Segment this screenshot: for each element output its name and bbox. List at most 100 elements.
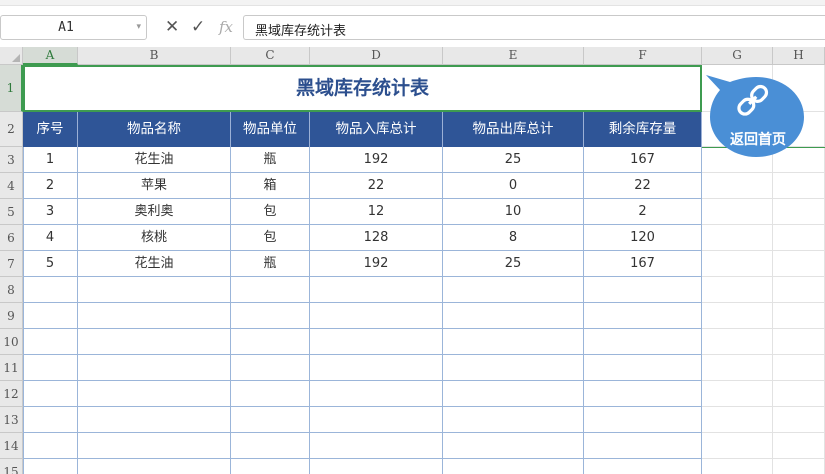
grid-cell[interactable]	[773, 355, 825, 381]
grid-cell[interactable]	[702, 225, 773, 251]
row-header-6[interactable]: 6	[0, 225, 23, 251]
table-cell[interactable]: 苹果	[78, 173, 231, 199]
table-cell[interactable]: 8	[443, 225, 584, 251]
table-cell[interactable]	[231, 407, 310, 433]
grid-cell[interactable]	[702, 407, 773, 433]
row-header-14[interactable]: 14	[0, 433, 23, 459]
table-cell[interactable]	[443, 277, 584, 303]
grid-cell[interactable]	[773, 199, 825, 225]
table-header-cell[interactable]: 序号	[23, 112, 78, 147]
table-cell[interactable]: 4	[23, 225, 78, 251]
formula-input[interactable]: 黑域库存统计表	[243, 15, 825, 40]
grid-cell[interactable]	[702, 277, 773, 303]
row-header-10[interactable]: 10	[0, 329, 23, 355]
column-header-h[interactable]: H	[773, 47, 825, 65]
grid-cell[interactable]	[702, 303, 773, 329]
row-header-1[interactable]: 1	[0, 65, 23, 112]
table-cell[interactable]: 包	[231, 225, 310, 251]
table-cell[interactable]	[231, 303, 310, 329]
table-title[interactable]: 黑域库存统计表	[23, 65, 702, 112]
table-cell[interactable]	[231, 433, 310, 459]
grid-cell[interactable]	[702, 381, 773, 407]
grid-cell[interactable]	[702, 173, 773, 199]
row-header-11[interactable]: 11	[0, 355, 23, 381]
table-cell[interactable]	[310, 303, 443, 329]
table-cell[interactable]	[78, 459, 231, 474]
row-header-15[interactable]: 15	[0, 459, 23, 474]
grid-cell[interactable]	[773, 251, 825, 277]
table-cell[interactable]	[584, 355, 702, 381]
table-cell[interactable]	[310, 459, 443, 474]
table-cell[interactable]	[78, 355, 231, 381]
function-icon[interactable]: fx	[219, 17, 233, 37]
table-cell[interactable]	[584, 329, 702, 355]
table-cell[interactable]: 奥利奥	[78, 199, 231, 225]
row-header-12[interactable]: 12	[0, 381, 23, 407]
table-cell[interactable]: 192	[310, 251, 443, 277]
table-header-cell[interactable]: 物品出库总计	[443, 112, 584, 147]
grid-cell[interactable]	[702, 329, 773, 355]
table-cell[interactable]	[584, 407, 702, 433]
row-header-13[interactable]: 13	[0, 407, 23, 433]
table-cell[interactable]	[584, 381, 702, 407]
grid-cell[interactable]	[773, 277, 825, 303]
table-cell[interactable]: 箱	[231, 173, 310, 199]
table-cell[interactable]: 167	[584, 147, 702, 173]
cancel-icon[interactable]: ✕	[165, 17, 179, 37]
grid-cell[interactable]	[773, 407, 825, 433]
table-cell[interactable]: 包	[231, 199, 310, 225]
row-header-9[interactable]: 9	[0, 303, 23, 329]
table-cell[interactable]	[23, 329, 78, 355]
table-cell[interactable]: 12	[310, 199, 443, 225]
table-cell[interactable]: 1	[23, 147, 78, 173]
return-home-button[interactable]: 返回首页	[706, 73, 804, 159]
table-cell[interactable]: 25	[443, 251, 584, 277]
row-header-8[interactable]: 8	[0, 277, 23, 303]
table-cell[interactable]	[23, 303, 78, 329]
table-cell[interactable]	[23, 433, 78, 459]
grid-cell[interactable]	[773, 303, 825, 329]
name-box[interactable]: A1 ▾	[0, 15, 147, 40]
table-cell[interactable]	[310, 407, 443, 433]
grid-cell[interactable]	[773, 433, 825, 459]
grid-cell[interactable]	[773, 173, 825, 199]
grid-cell[interactable]	[702, 251, 773, 277]
column-header-g[interactable]: G	[702, 47, 773, 65]
table-cell[interactable]	[443, 407, 584, 433]
table-cell[interactable]	[23, 355, 78, 381]
column-header-d[interactable]: D	[310, 47, 443, 65]
table-cell[interactable]	[443, 433, 584, 459]
table-cell[interactable]	[231, 381, 310, 407]
table-cell[interactable]	[78, 303, 231, 329]
grid-cell[interactable]	[773, 329, 825, 355]
row-header-7[interactable]: 7	[0, 251, 23, 277]
table-cell[interactable]	[23, 277, 78, 303]
table-cell[interactable]	[584, 277, 702, 303]
table-cell[interactable]: 22	[584, 173, 702, 199]
table-cell[interactable]	[78, 381, 231, 407]
table-cell[interactable]	[310, 277, 443, 303]
table-cell[interactable]	[443, 303, 584, 329]
table-cell[interactable]	[584, 433, 702, 459]
table-cell[interactable]: 167	[584, 251, 702, 277]
table-cell[interactable]	[78, 277, 231, 303]
table-cell[interactable]	[310, 433, 443, 459]
table-cell[interactable]	[231, 277, 310, 303]
table-cell[interactable]: 瓶	[231, 251, 310, 277]
chevron-down-icon[interactable]: ▾	[136, 22, 141, 32]
table-cell[interactable]	[231, 355, 310, 381]
table-cell[interactable]	[310, 381, 443, 407]
table-cell[interactable]: 花生油	[78, 251, 231, 277]
table-cell[interactable]	[231, 329, 310, 355]
table-cell[interactable]: 128	[310, 225, 443, 251]
table-cell[interactable]: 5	[23, 251, 78, 277]
column-header-f[interactable]: F	[584, 47, 702, 65]
table-cell[interactable]	[443, 329, 584, 355]
table-cell[interactable]	[78, 329, 231, 355]
column-header-e[interactable]: E	[443, 47, 584, 65]
grid-cell[interactable]	[773, 381, 825, 407]
table-cell[interactable]: 3	[23, 199, 78, 225]
table-header-cell[interactable]: 物品单位	[231, 112, 310, 147]
table-cell[interactable]	[78, 433, 231, 459]
table-cell[interactable]	[310, 329, 443, 355]
